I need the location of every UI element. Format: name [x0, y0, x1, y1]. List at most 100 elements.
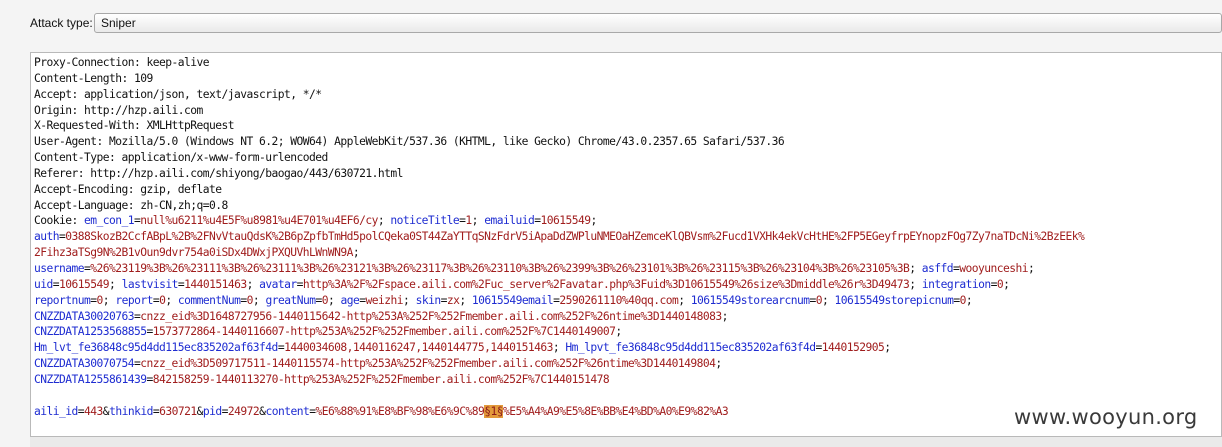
param-name: CNZZDATA30020763	[34, 309, 135, 323]
request-text[interactable]: Proxy-Connection: keep-alive Content-Leng…	[34, 55, 1222, 419]
header-line: Accept-Language: zh-CN,zh;q=0.8	[34, 198, 1222, 214]
param-name: greatNum	[265, 293, 316, 307]
separator: ;	[1003, 277, 1010, 291]
param-name: em_con_1	[84, 214, 135, 228]
param-name: pid	[202, 404, 222, 418]
header-text: Accept-Encoding: gzip, deflate	[34, 182, 222, 196]
separator: ;	[1028, 261, 1035, 275]
param-name: age	[340, 293, 360, 307]
param-name: thinkid	[109, 404, 153, 418]
cookie-line: Cookie: em_con_1=null%u6211%u4E5F%u8981%…	[34, 213, 1222, 229]
separator: ;	[459, 293, 472, 307]
param-name: username	[34, 261, 85, 275]
separator: ;	[252, 293, 266, 307]
param-name: reportnum	[34, 293, 91, 307]
param-value: weizhi	[365, 293, 404, 307]
param-value: http%3A%2F%2Fspace.aili.com%2Fuc_server%…	[302, 277, 910, 291]
attack-type-select[interactable]: Sniper	[94, 13, 1222, 33]
param-name: skin	[415, 293, 442, 307]
separator: ;	[715, 357, 722, 371]
cookie-line: CNZZDATA1255861439=842158259-1440113270-…	[34, 372, 1222, 388]
cookie-line: username=%26%23119%3B%26%23111%3B%26%231…	[34, 261, 1222, 277]
param-name: 10615549email	[471, 293, 554, 307]
payload-marker[interactable]: §1§	[484, 404, 504, 418]
param-value: %E6%88%91%E8%BF%98%E6%9C%89	[315, 404, 485, 418]
header-line: Content-Type: application/x-www-form-url…	[34, 150, 1222, 166]
param-name: report	[115, 293, 153, 307]
param-value: 1440151463	[184, 277, 247, 291]
separator: ;	[822, 293, 835, 307]
header-text: Content-Type: application/x-www-form-url…	[34, 151, 328, 165]
param-name: CNZZDATA1253568855	[34, 325, 147, 339]
separator: ;	[377, 214, 391, 228]
cookie-line: Hm_lvt_fe36848c95d4dd115ec835202af63f4d=…	[34, 340, 1222, 356]
param-value: 443	[84, 404, 103, 418]
cookie-line: reportnum=0; report=0; commentNum=0; gre…	[34, 293, 1222, 309]
separator: ;	[102, 293, 116, 307]
separator: ;	[552, 341, 566, 355]
param-value: zx	[446, 293, 460, 307]
header-line: Accept-Encoding: gzip, deflate	[34, 182, 1222, 198]
param-name: auth	[34, 230, 60, 244]
header-text: Referer: http://hzp.aili.com/shiyong/bao…	[34, 166, 403, 180]
separator: ;	[246, 277, 260, 291]
header-text: Proxy-Connection: keep-alive	[34, 56, 210, 69]
separator: ;	[965, 293, 973, 307]
header-text: Accept: application/json, text/javascrip…	[34, 87, 322, 101]
param-name: noticeTitle	[390, 214, 460, 228]
param-value: 1440152905	[821, 341, 885, 355]
header-text: Accept-Language: zh-CN,zh;q=0.8	[34, 198, 228, 212]
param-name: CNZZDATA1255861439	[34, 372, 147, 386]
param-name: avatar	[259, 277, 297, 291]
separator: ;	[352, 246, 360, 260]
param-name: commentNum	[177, 293, 241, 307]
param-name: 10615549storearcnum	[690, 293, 810, 307]
param-value: wooyunceshi	[959, 261, 1029, 275]
separator: ;	[884, 341, 891, 355]
param-name: 10615549storepicnum	[834, 293, 954, 307]
separator: ;	[721, 309, 729, 323]
cookie-line: 2Fihz3aTSg9N%2B1vOun9dvr754a0iSDx4DWxjPX…	[34, 245, 1222, 261]
header-text: Origin: http://hzp.aili.com	[34, 103, 203, 117]
param-name: CNZZDATA30070754	[34, 357, 135, 371]
attack-type-label: Attack type:	[30, 16, 93, 30]
cookie-line: CNZZDATA30020763=cnzz_eid%3D1648727956-1…	[34, 309, 1222, 325]
header-line: Proxy-Connection: keep-alive	[34, 55, 1222, 71]
param-name: content	[265, 404, 310, 418]
separator: ;	[403, 293, 416, 307]
request-editor[interactable]: Proxy-Connection: keep-alive Content-Leng…	[30, 52, 1222, 437]
header-line: Content-Length: 109	[34, 71, 1222, 87]
param-name: Hm_lpvt_fe36848c95d4dd115ec835202af63f4d	[565, 341, 816, 355]
separator: ;	[109, 277, 122, 291]
param-name: integration	[921, 277, 991, 291]
param-value: 842158259-1440113270-http%253A%252F%252F…	[152, 372, 610, 386]
cookie-line: uid=10615549; lastvisit=1440151463; avat…	[34, 277, 1222, 293]
param-name: lastvisit	[121, 277, 179, 291]
param-value: 2590261110%40qq.com	[559, 293, 679, 307]
separator: ;	[615, 325, 622, 339]
param-value: 630721	[159, 404, 197, 418]
separator: ;	[471, 214, 485, 228]
editor-bottom-strip	[30, 437, 1222, 447]
header-text: User-Agent: Mozilla/5.0 (Windows NT 6.2;…	[34, 135, 785, 149]
separator: ;	[909, 277, 922, 291]
param-name: emailuid	[484, 214, 535, 228]
header-line: X-Requested-With: XMLHttpRequest	[34, 118, 1222, 134]
param-value: null%u6211%u4E5F%u8981%u4E701%u4EF6/cy	[140, 214, 378, 228]
param-value: cnzz_eid%3D1648727956-1440115642-http%25…	[140, 309, 722, 323]
param-value: 10615549	[540, 214, 591, 228]
separator: ;	[678, 293, 691, 307]
separator: ;	[327, 293, 341, 307]
param-value: %26%23119%3B%26%23111%3B%26%23111%3B%26%…	[90, 261, 910, 275]
param-value: 1573772864-1440116607-http%253A%252F%252…	[152, 325, 616, 339]
cookie-line: CNZZDATA1253568855=1573772864-1440116607…	[34, 324, 1222, 340]
param-name: uid	[34, 277, 53, 291]
header-line: User-Agent: Mozilla/5.0 (Windows NT 6.2;…	[34, 134, 1222, 150]
separator: ;	[590, 214, 597, 228]
header-line: Accept: application/json, text/javascrip…	[34, 87, 1222, 103]
param-value: 0388SkozB2CcfABpL%2B%2FNvVtauQdsK%2B6pZp…	[65, 230, 1085, 244]
param-value: 10615549	[59, 277, 110, 291]
param-value: 2Fihz3aTSg9N%2B1vOun9dvr754a0iSDx4DWxjPX…	[34, 246, 353, 260]
cookie-label: Cookie:	[34, 214, 85, 228]
